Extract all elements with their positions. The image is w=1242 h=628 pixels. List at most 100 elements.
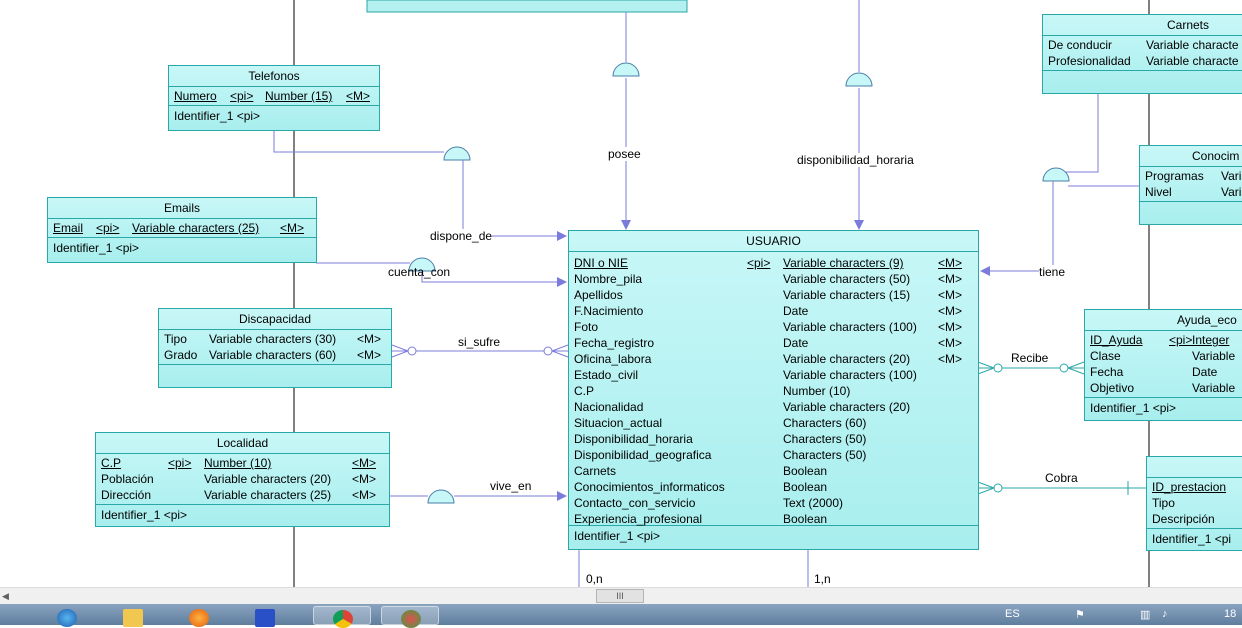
attr-name: Situacion_actual — [574, 416, 663, 430]
attr-type: Boolean — [783, 464, 828, 478]
clock[interactable]: 18 — [1224, 608, 1236, 620]
attr-type: Variable characters (9) — [783, 256, 904, 270]
entity-discapacidad[interactable]: Discapacidad Tipo Variable characters (30… — [158, 308, 392, 388]
attr-name: ID_Ayuda — [1090, 333, 1143, 347]
relationship-label-vive-en[interactable]: vive_en — [490, 479, 532, 493]
attr-name: Disponibilidad_geografica — [574, 448, 712, 462]
attr-type: Characters (50) — [783, 432, 867, 446]
entity-ayuda-economica[interactable]: Ayuda_eco ID_Ayuda <pi> Integer Clase Varia… — [1084, 309, 1242, 421]
attr-name: Tipo — [164, 332, 187, 346]
attr-mandatory: <M> — [938, 288, 963, 302]
entity-localidad[interactable]: Localidad C.P <pi> Number (10) <M> Població… — [95, 432, 390, 527]
attr-mandatory: <M> — [938, 304, 963, 318]
attr-type: Date — [783, 304, 809, 318]
attr-name: Experiencia_profesional — [574, 512, 703, 526]
entity-carnets[interactable]: Carnets De conducir Variable characte Pro… — [1042, 14, 1242, 94]
attr-name: Profesionalidad — [1048, 54, 1131, 68]
attr-name: DNI o NIE — [574, 256, 629, 270]
relationship-label-tiene[interactable]: tiene — [1039, 265, 1066, 279]
attr-name: De conducir — [1048, 38, 1113, 52]
attr-type: Boolean — [783, 480, 828, 494]
language-indicator[interactable]: ES — [1005, 608, 1020, 620]
entity-title: USUARIO — [569, 231, 978, 252]
attr-key: <pi> — [230, 89, 254, 103]
relationship-label-recibe[interactable]: Recibe — [1011, 351, 1049, 365]
attr-type: Number (10) — [204, 456, 272, 470]
attr-mandatory: <M> — [352, 472, 377, 486]
attr-mandatory: <M> — [938, 352, 963, 366]
attr-name: Fecha_registro — [574, 336, 655, 350]
attr-type: Characters (50) — [783, 448, 867, 462]
entity-title — [1147, 457, 1242, 478]
entity-title: Emails — [48, 198, 316, 219]
attr-type: Text (2000) — [783, 496, 844, 510]
attr-key: <pi> — [747, 256, 771, 270]
entity-telefonos[interactable]: Telefonos Numero <pi> Number (15) <M> Ident… — [168, 65, 380, 131]
relationship-label-dispone-de[interactable]: dispone_de — [430, 229, 493, 243]
chrome-icon[interactable] — [313, 606, 371, 628]
attr-name: C.P — [101, 456, 122, 470]
attr-name: Email — [53, 221, 84, 235]
attr-type: Integer — [1192, 333, 1230, 347]
attr-type: Date — [1192, 365, 1218, 379]
attr-type: Variable characters (30) — [209, 332, 337, 346]
attr-type: Variable characters (20) — [783, 400, 911, 414]
attr-name: Nivel — [1145, 185, 1172, 199]
attr-mandatory: <M> — [280, 221, 305, 235]
relationship-label-cobra[interactable]: Cobra — [1045, 471, 1078, 485]
attr-type: Number (15) — [265, 89, 333, 103]
relationship-label-disponibilidad-horaria[interactable]: disponibilidad_horaria — [797, 153, 914, 167]
attr-mandatory: <M> — [352, 456, 377, 470]
attr-name: C.P — [574, 384, 595, 398]
internet-explorer-icon[interactable] — [38, 606, 96, 627]
attr-type: Date — [783, 336, 809, 350]
media-player-icon[interactable] — [170, 606, 228, 627]
paint-icon[interactable] — [381, 606, 439, 628]
flag-icon[interactable]: ⚑ — [1075, 608, 1085, 621]
attr-name: Contacto_con_servicio — [574, 496, 696, 510]
attr-type: Variable characters (20) — [783, 352, 911, 366]
entity-conocimientos[interactable]: Conocim Programas Varia Nivel Varia — [1139, 145, 1242, 225]
attr-name: Dirección — [101, 488, 152, 502]
scrollbar-thumb[interactable]: III — [596, 589, 644, 603]
entity-title: Carnets — [1043, 15, 1242, 36]
entity-title: Telefonos — [169, 66, 379, 87]
relationship-label-cuenta-con[interactable]: cuenta_con — [388, 265, 450, 279]
attr-type: Variable characters (100) — [783, 368, 917, 382]
relationship-label-si-sufre[interactable]: si_sufre — [458, 335, 501, 349]
relationship-label-posee[interactable]: posee — [608, 147, 641, 161]
attr-name: Foto — [574, 320, 599, 334]
attr-type: Variable characte — [1146, 54, 1239, 68]
attr-key: <pi> — [96, 221, 120, 235]
scroll-left-arrow-icon[interactable]: ◀ — [2, 591, 9, 602]
entity-title: Conocim — [1140, 146, 1242, 167]
cardinality-label: 0,n — [586, 572, 603, 586]
network-icon[interactable]: ▥ — [1140, 608, 1150, 621]
powerdesigner-icon[interactable] — [236, 606, 294, 627]
attr-mandatory: <M> — [357, 332, 382, 346]
attr-mandatory: <M> — [938, 256, 963, 270]
entity-title: Localidad — [96, 433, 389, 454]
entity-identifier: Identifier_1 <pi> — [101, 508, 188, 522]
entity-usuario[interactable]: USUARIO DNI o NIE <pi> Variable characters… — [568, 230, 979, 550]
attr-type: Variable characters (25) — [132, 221, 260, 235]
attr-type: Variable characters (25) — [204, 488, 332, 502]
diagram-canvas[interactable]: Telefonos Numero <pi> Number (15) <M> Ident… — [0, 0, 1242, 587]
attr-mandatory: <M> — [357, 348, 382, 362]
cardinality-label: 1,n — [814, 572, 831, 586]
attr-name: Conocimientos_informaticos — [574, 480, 725, 494]
attr-mandatory: <M> — [938, 320, 963, 334]
attr-name: Programas — [1145, 169, 1204, 183]
entity-prestacion[interactable]: ID_prestacion< Tipo Descripción Identifi… — [1146, 456, 1242, 551]
attr-mandatory: <M> — [352, 488, 377, 502]
attr-name: Objetivo — [1090, 381, 1135, 395]
attr-name: Numero — [174, 89, 217, 103]
folder-icon[interactable] — [104, 606, 162, 627]
horizontal-scrollbar[interactable]: ◀ III — [0, 587, 1242, 605]
attr-type: Variable characters (20) — [204, 472, 332, 486]
attr-type: Variable — [1192, 349, 1236, 363]
attr-name: Nacionalidad — [574, 400, 644, 414]
entity-emails[interactable]: Emails Email <pi> Variable characters (25)… — [47, 197, 317, 263]
attr-type: Variable characte — [1146, 38, 1239, 52]
volume-icon[interactable]: ♪ — [1162, 608, 1168, 620]
